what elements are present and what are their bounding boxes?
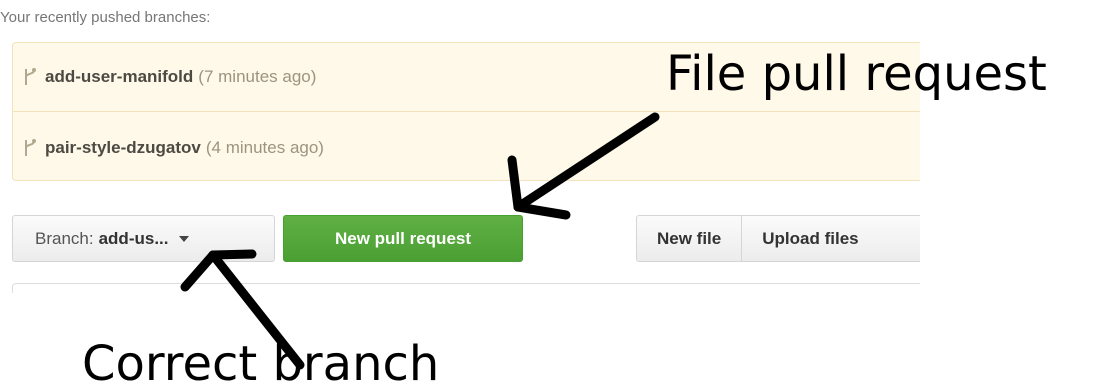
annotation-correct-branch: Correct branch [82,336,440,392]
arrow-to-new-pr [513,112,660,212]
arrow-head [180,250,218,292]
arrow-head [507,155,523,212]
annotation-file-pull-request: File pull request [666,46,1047,102]
arrow-head [513,202,571,220]
arrow-head [208,249,257,260]
